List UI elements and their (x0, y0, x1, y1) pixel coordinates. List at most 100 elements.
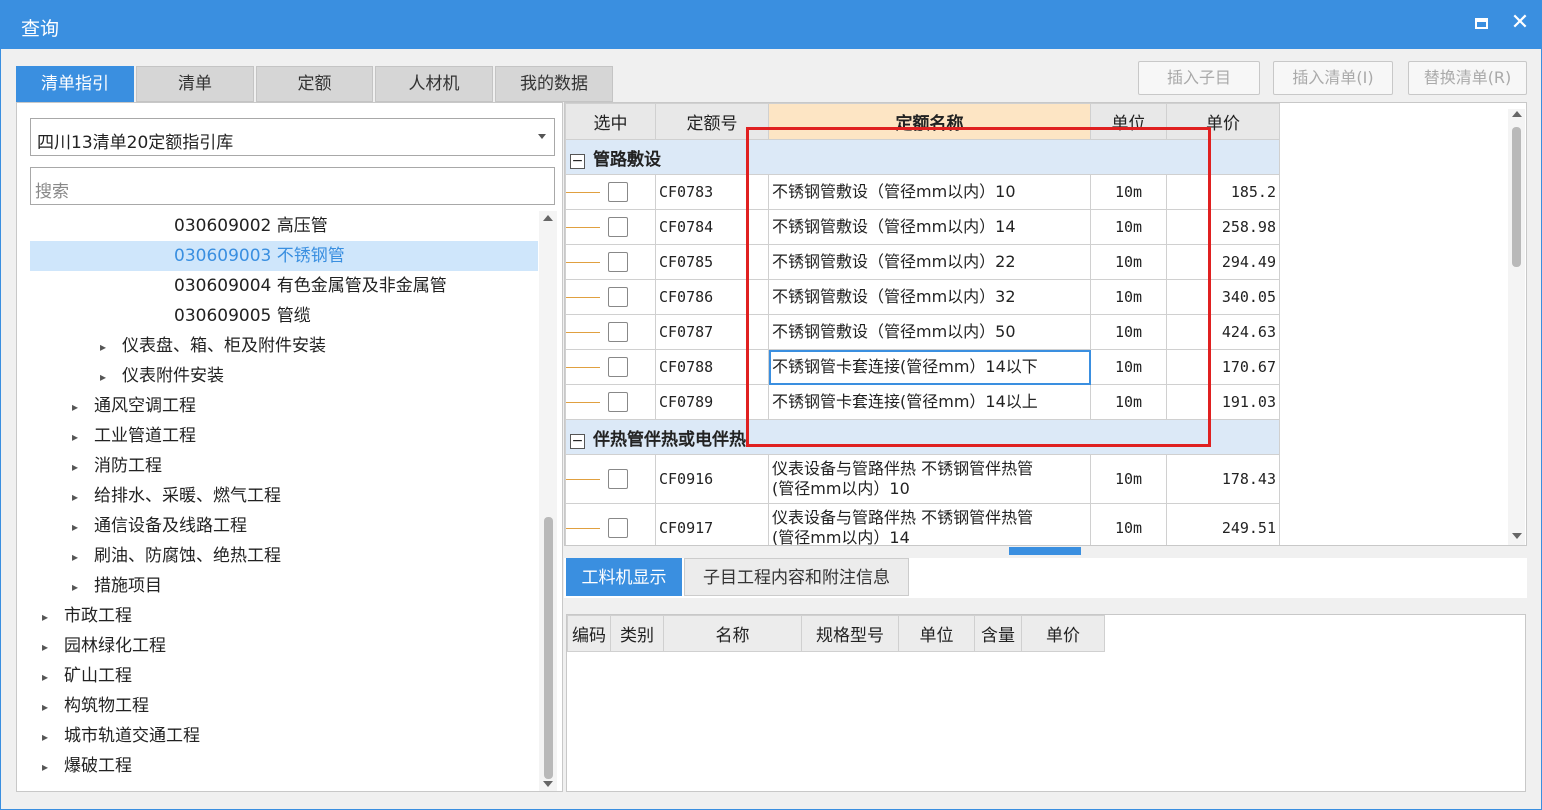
col-price[interactable]: 单价 (1166, 103, 1280, 140)
tree-node[interactable]: ▸ 城市轨道交通工程 (30, 721, 538, 751)
search-input[interactable]: 搜索 (30, 167, 555, 205)
tree-node[interactable]: 030609002 高压管 (30, 211, 538, 241)
expand-arrow-icon[interactable]: ▸ (72, 392, 84, 422)
quota-row[interactable]: CF0786 不锈钢管敷设（管径mm以内）32 10m 340.05 (565, 279, 1280, 315)
col-name[interactable]: 定额名称 (768, 103, 1091, 140)
tree-node[interactable]: 030609004 有色金属管及非金属管 (30, 271, 538, 301)
quota-row[interactable]: CF0916 仪表设备与管路伴热 不锈钢管伴热管 (管径mm以内）10 10m 178.… (565, 454, 1280, 504)
expand-arrow-icon[interactable]: ▸ (72, 512, 84, 542)
col-b-spec[interactable]: 规格型号 (801, 615, 899, 652)
col-b-qty[interactable]: 含量 (974, 615, 1022, 652)
name-cell[interactable]: 不锈钢管敷设（管径mm以内）22 (768, 244, 1091, 280)
row-checkbox[interactable] (608, 182, 628, 203)
quota-row[interactable]: CF0788 不锈钢管卡套连接(管径mm）14以下 10m 170.67 (565, 349, 1280, 385)
quota-row[interactable]: CF0787 不锈钢管敷设（管径mm以内）50 10m 424.63 (565, 314, 1280, 350)
replace-list-button[interactable]: 替换清单(R) (1408, 61, 1527, 95)
expand-arrow-icon[interactable]: ▸ (42, 692, 54, 722)
code-cell[interactable]: CF0784 (655, 209, 769, 245)
close-icon[interactable]: ✕ (1510, 12, 1530, 34)
group-row[interactable]: − 伴热管伴热或电伴热 (565, 419, 1280, 455)
collapse-icon[interactable]: − (570, 153, 585, 169)
quota-row[interactable]: CF0783 不锈钢管敷设（管径mm以内）10 10m 185.2 (565, 174, 1280, 210)
code-cell[interactable]: CF0783 (655, 174, 769, 210)
tree-node[interactable]: ▸ 刷油、防腐蚀、绝热工程 (30, 541, 538, 571)
quota-row[interactable]: CF0784 不锈钢管敷设（管径mm以内）14 10m 258.98 (565, 209, 1280, 245)
code-cell[interactable]: CF0916 (655, 454, 769, 504)
tree-node[interactable]: ▸ 仪表附件安装 (30, 361, 538, 391)
expand-arrow-icon[interactable]: ▸ (72, 422, 84, 452)
expand-arrow-icon[interactable]: ▸ (42, 722, 54, 752)
name-cell[interactable]: 不锈钢管卡套连接(管径mm）14以上 (768, 384, 1091, 420)
tab-my-data[interactable]: 我的数据 (495, 66, 613, 102)
row-checkbox[interactable] (608, 357, 628, 378)
code-cell[interactable]: CF0789 (655, 384, 769, 420)
name-cell[interactable]: 不锈钢管敷设（管径mm以内）50 (768, 314, 1091, 350)
library-select[interactable]: 四川13清单20定额指引库 (30, 118, 555, 156)
code-cell[interactable]: CF0786 (655, 279, 769, 315)
col-unit[interactable]: 单位 (1090, 103, 1167, 140)
name-cell[interactable]: 不锈钢管敷设（管径mm以内）10 (768, 174, 1091, 210)
col-select[interactable]: 选中 (565, 103, 656, 140)
panel-splitter[interactable] (1009, 547, 1081, 555)
row-checkbox[interactable] (608, 518, 628, 539)
tree-node[interactable]: ▸ 园林绿化工程 (30, 631, 538, 661)
scroll-down-icon[interactable] (1512, 533, 1522, 539)
expand-arrow-icon[interactable]: ▸ (72, 482, 84, 512)
expand-arrow-icon[interactable]: ▸ (100, 332, 112, 362)
expand-arrow-icon[interactable]: ▸ (42, 632, 54, 662)
name-cell[interactable]: 仪表设备与管路伴热 不锈钢管伴热管 (管径mm以内）10 (768, 454, 1091, 504)
name-cell[interactable]: 不锈钢管卡套连接(管径mm）14以下 (768, 349, 1091, 385)
quota-row[interactable]: CF0789 不锈钢管卡套连接(管径mm）14以上 10m 191.03 (565, 384, 1280, 420)
tree-node[interactable]: 030609005 管缆 (30, 301, 538, 331)
code-cell[interactable]: CF0917 (655, 503, 769, 545)
tree-node[interactable]: ▸ 工业管道工程 (30, 421, 538, 451)
grid-scroll-thumb[interactable] (1512, 127, 1521, 267)
tab-material-display[interactable]: 工料机显示 (566, 558, 682, 596)
tree-node[interactable]: ▸ 通信设备及线路工程 (30, 511, 538, 541)
col-b-type[interactable]: 类别 (610, 615, 664, 652)
tab-quota[interactable]: 定额 (256, 66, 373, 102)
row-checkbox[interactable] (608, 252, 628, 273)
expand-arrow-icon[interactable]: ▸ (72, 572, 84, 602)
row-checkbox[interactable] (608, 469, 628, 490)
tree-node[interactable]: ▸ 构筑物工程 (30, 691, 538, 721)
row-checkbox[interactable] (608, 217, 628, 238)
tab-work-content-notes[interactable]: 子目工程内容和附注信息 (684, 558, 909, 596)
insert-list-button[interactable]: 插入清单(I) (1273, 61, 1393, 95)
quota-row[interactable]: CF0785 不锈钢管敷设（管径mm以内）22 10m 294.49 (565, 244, 1280, 280)
row-checkbox[interactable] (608, 287, 628, 308)
expand-arrow-icon[interactable]: ▸ (42, 602, 54, 632)
col-code[interactable]: 定额号 (655, 103, 769, 140)
name-cell[interactable]: 不锈钢管敷设（管径mm以内）32 (768, 279, 1091, 315)
col-b-name[interactable]: 名称 (663, 615, 802, 652)
tree-node[interactable]: ▸ 仪表盘、箱、柜及附件安装 (30, 331, 538, 361)
group-row[interactable]: − 管路敷设 (565, 139, 1280, 175)
tree-node[interactable]: ▸ 通风空调工程 (30, 391, 538, 421)
code-cell[interactable]: CF0788 (655, 349, 769, 385)
tree-node[interactable]: ▸ 矿山工程 (30, 661, 538, 691)
quota-row[interactable]: CF0917 仪表设备与管路伴热 不锈钢管伴热管 (管径mm以内）14 10m 249.… (565, 503, 1280, 545)
expand-arrow-icon[interactable]: ▸ (42, 662, 54, 692)
tab-labor-material-machine[interactable]: 人材机 (375, 66, 493, 102)
col-b-price[interactable]: 单价 (1021, 615, 1105, 652)
col-b-unit[interactable]: 单位 (898, 615, 975, 652)
tree-node[interactable]: 030609003 不锈钢管 (30, 241, 538, 271)
tree-node[interactable]: ▸ 爆破工程 (30, 751, 538, 781)
left-scrollbar[interactable] (539, 211, 557, 791)
code-cell[interactable]: CF0787 (655, 314, 769, 350)
row-checkbox[interactable] (608, 392, 628, 413)
name-cell[interactable]: 不锈钢管敷设（管径mm以内）14 (768, 209, 1091, 245)
tree-node[interactable]: ▸ 措施项目 (30, 571, 538, 601)
tree-node[interactable]: ▸ 消防工程 (30, 451, 538, 481)
expand-arrow-icon[interactable]: ▸ (72, 542, 84, 572)
tree-node[interactable]: ▸ 给排水、采暖、燃气工程 (30, 481, 538, 511)
collapse-icon[interactable]: − (570, 433, 585, 449)
expand-arrow-icon[interactable]: ▸ (72, 452, 84, 482)
expand-arrow-icon[interactable]: ▸ (42, 752, 54, 782)
chevron-down-icon[interactable] (538, 134, 546, 139)
tab-list[interactable]: 清单 (136, 66, 254, 102)
code-cell[interactable]: CF0785 (655, 244, 769, 280)
left-scroll-thumb[interactable] (544, 517, 553, 779)
col-b-code[interactable]: 编码 (567, 615, 611, 652)
maximize-icon[interactable] (1475, 18, 1488, 29)
